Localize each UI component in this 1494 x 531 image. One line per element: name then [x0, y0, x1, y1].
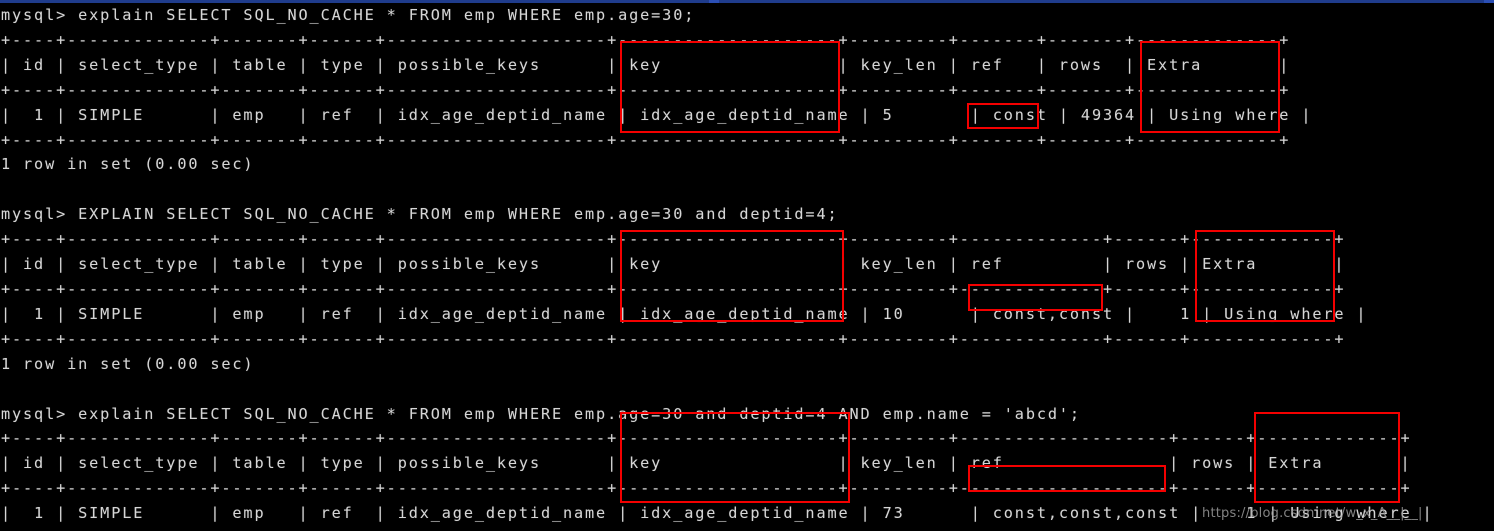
result-line-2: 1 row in set (0.00 sec)	[1, 354, 255, 373]
watermark-text: https://blog.csdn.net/w_x_A__|__|	[1202, 506, 1423, 521]
table-separator-mid-2: +----+-------------+-------+------+-----…	[1, 279, 1346, 298]
table-separator-mid-1: +----+-------------+-------+------+-----…	[1, 80, 1291, 99]
console-output: mysql> explain SELECT SQL_NO_CACHE * FRO…	[0, 3, 1494, 531]
blank-line-1	[1, 177, 1494, 202]
table-data-row-2: | 1 | SIMPLE | emp | ref | idx_age_depti…	[1, 304, 1368, 323]
command-line-2: mysql> EXPLAIN SELECT SQL_NO_CACHE * FRO…	[1, 205, 839, 224]
blank-line-2	[1, 377, 1494, 402]
command-line-3: mysql> explain SELECT SQL_NO_CACHE * FRO…	[1, 404, 1081, 423]
table-separator-bottom-2: +----+-------------+-------+------+-----…	[1, 329, 1346, 348]
terminal-window: mysql> explain SELECT SQL_NO_CACHE * FRO…	[0, 0, 1494, 531]
table-header-row-1: | id | select_type | table | type | poss…	[1, 55, 1291, 74]
terminal-body[interactable]: mysql> explain SELECT SQL_NO_CACHE * FRO…	[0, 3, 1494, 531]
result-line-1: 1 row in set (0.00 sec)	[1, 155, 255, 174]
table-header-row-3: | id | select_type | table | type | poss…	[1, 454, 1412, 473]
table-separator-mid-3: +----+-------------+-------+------+-----…	[1, 479, 1412, 498]
table-separator-top-1: +----+-------------+-------+------+-----…	[1, 30, 1291, 49]
table-header-row-2: | id | select_type | table | type | poss…	[1, 255, 1346, 274]
table-data-row-1: | 1 | SIMPLE | emp | ref | idx_age_depti…	[1, 105, 1313, 124]
table-separator-bottom-1: +----+-------------+-------+------+-----…	[1, 130, 1291, 149]
table-separator-bottom-3: +----+-------------+-------+------+-----…	[1, 526, 1494, 531]
table-separator-top-2: +----+-------------+-------+------+-----…	[1, 230, 1346, 249]
table-separator-top-3: +----+-------------+-------+------+-----…	[1, 429, 1412, 448]
command-line-1: mysql> explain SELECT SQL_NO_CACHE * FRO…	[1, 6, 696, 24]
